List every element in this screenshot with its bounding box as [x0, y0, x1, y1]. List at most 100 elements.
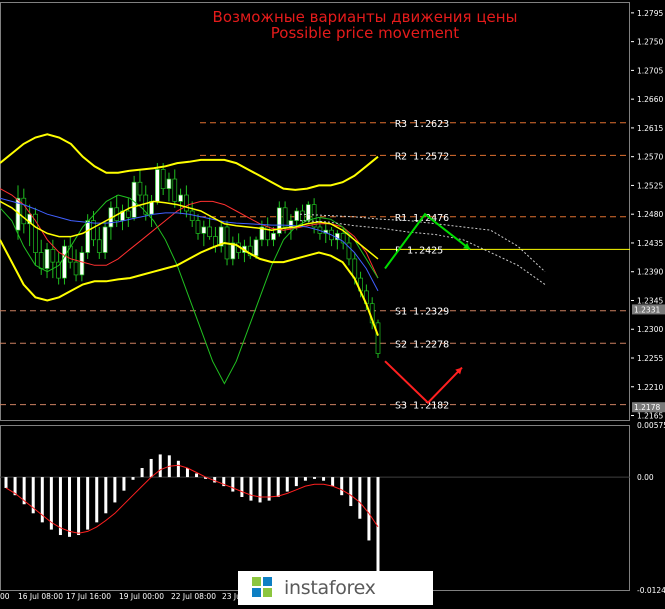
candle-body — [178, 194, 183, 202]
instaforex-logo-icon — [252, 577, 272, 597]
price-chart: 1.2795 1.2750 1.2705 1.2660 1.2615 1.2570 1.25… — [0, 2, 665, 601]
price-tick-label: 1.2435 — [637, 239, 663, 248]
moving-average-line — [0, 194, 379, 385]
price-tick-label: 1.2300 — [637, 325, 663, 334]
macd-bar — [240, 477, 244, 497]
macd-bar — [185, 468, 189, 478]
candle-body — [44, 248, 50, 269]
candle-body — [172, 178, 178, 202]
macd-bar — [104, 477, 108, 514]
macd-bar — [113, 477, 117, 503]
candle-body — [375, 322, 381, 354]
bollinger-upper-line — [0, 133, 379, 191]
level-label-s3: S3 1.2182 — [395, 401, 449, 412]
x-axis-label: 17 Jul 16:00 — [66, 592, 111, 601]
price-tick-label: 1.2660 — [637, 95, 663, 104]
macd-bar — [131, 477, 135, 480]
candle-body — [73, 261, 79, 276]
macd-bar — [285, 477, 289, 492]
macd-bar — [122, 477, 126, 491]
chart-title-en: Possible price movement — [270, 24, 460, 42]
macd-bar — [195, 473, 199, 478]
x-axis-label: 16 Jul 08:00 — [18, 592, 63, 601]
candle-body — [271, 233, 276, 241]
candle-body — [155, 169, 160, 202]
price-tick-label: 1.2570 — [637, 153, 663, 162]
price-tick-label: 1.2165 — [637, 412, 663, 421]
price-tick-label: 1.2795 — [637, 9, 663, 18]
x-axis-label: 00 — [0, 592, 10, 601]
macd-bar — [249, 477, 253, 501]
macd-bar — [331, 477, 335, 487]
macd-panel-frame — [0, 425, 630, 591]
chart-stage: 1.2795 1.2750 1.2705 1.2660 1.2615 1.2570 1.25… — [0, 0, 665, 605]
macd-bar — [176, 460, 180, 478]
price-tick-label: 1.2750 — [637, 38, 663, 47]
candle-body — [62, 245, 67, 279]
price-tick-label: 1.2615 — [637, 124, 663, 133]
x-axis-label: 19 Jul 00:00 — [119, 592, 164, 601]
candle-body — [79, 252, 85, 276]
macd-bar — [312, 477, 316, 479]
candle-body — [96, 239, 102, 253]
macd-bar — [77, 477, 81, 536]
price-tick-label: 1.2525 — [637, 181, 663, 190]
candle-body — [38, 252, 44, 269]
candle-body — [189, 210, 195, 221]
macd-bar — [367, 477, 371, 541]
bollinger-lower-line — [0, 239, 379, 336]
candle-body — [305, 204, 311, 221]
price-marker-label: 1.2178 — [634, 403, 660, 412]
macd-bar — [276, 477, 280, 497]
macd-bar — [86, 477, 90, 530]
candle-body — [207, 226, 212, 237]
candle-body — [125, 210, 131, 218]
macd-bar — [68, 477, 72, 537]
scenario-arrow-line — [384, 360, 463, 405]
price-tick-label: 1.2705 — [637, 66, 663, 75]
instaforex-logo-text: instaforex — [284, 577, 376, 599]
candle-body — [213, 236, 218, 247]
candle-body — [160, 169, 166, 189]
macd-bar — [158, 454, 162, 478]
candle-body — [21, 197, 27, 225]
macd-bar — [303, 477, 307, 481]
macd-tick-label: 0.00 — [637, 473, 654, 482]
macd-bar — [258, 477, 262, 503]
candle-body — [253, 239, 259, 257]
instaforex-logo: instaforex — [238, 571, 433, 605]
level-label-r2: R2 1.2572 — [395, 151, 449, 162]
candle-body — [184, 194, 189, 212]
macd-bar — [95, 477, 99, 523]
level-label-p: P 1.2425 — [395, 245, 443, 256]
candle-body — [294, 210, 300, 221]
macd-bar — [149, 458, 153, 478]
macd-bar — [294, 477, 298, 487]
candle-body — [131, 181, 137, 218]
macd-bar — [58, 477, 62, 536]
macd-bar — [322, 477, 326, 481]
macd-tick-label: 0.00575 — [637, 421, 665, 430]
candle-body — [50, 248, 56, 263]
candle-body — [166, 178, 172, 189]
candle-body — [149, 201, 154, 215]
candle-body — [300, 210, 305, 221]
macd-bar — [358, 477, 362, 519]
price-tick-label: 1.2480 — [637, 210, 663, 219]
level-label-r3: R3 1.2623 — [395, 119, 449, 130]
candle-body — [195, 220, 201, 234]
candle-body — [67, 245, 73, 263]
price-tick-label: 1.2390 — [637, 268, 663, 277]
candle-body — [201, 226, 207, 234]
candle-body — [282, 207, 288, 228]
price-tick-label: 1.2345 — [637, 296, 663, 305]
price-tick-label: 1.2210 — [637, 383, 663, 392]
candle-body — [102, 226, 108, 253]
macd-bar — [349, 477, 353, 507]
candle-body — [85, 220, 91, 253]
macd-bar — [4, 477, 8, 488]
macd-bar — [231, 477, 235, 492]
x-axis-label: 22 Jul 08:00 — [171, 592, 216, 601]
macd-tick-label: -0.01247 — [637, 586, 665, 595]
price-tick-label: 1.2255 — [637, 354, 663, 363]
